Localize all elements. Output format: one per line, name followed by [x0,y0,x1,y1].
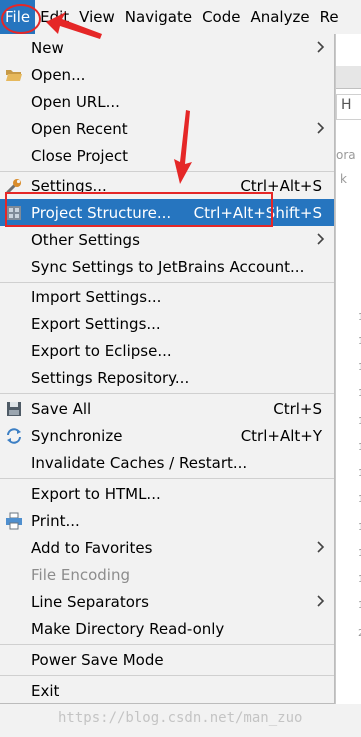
menu-item-label: Close Project [31,146,128,165]
menu-item-label: Save All [31,399,92,418]
menu-item-label: Synchronize [31,426,123,445]
menu-refactor[interactable]: Re [315,0,344,34]
menu-item-label: Power Save Mode [31,650,164,669]
menu-separator [0,644,334,645]
menu-item-label: Make Directory Read-only [31,619,225,638]
menu-item-export-settings[interactable]: Export Settings... [0,310,334,337]
menu-item-make-read-only[interactable]: Make Directory Read-only [0,615,334,642]
annotation-arrow-left-icon [46,12,102,39]
menu-item-label: Import Settings... [31,287,162,306]
menu-item-save-all[interactable]: Save All Ctrl+S [0,395,334,422]
menu-item-label: Exit [31,681,60,700]
menu-item-exit[interactable]: Exit [0,677,334,704]
menu-item-file-encoding: File Encoding [0,561,334,588]
sync-icon [7,428,21,444]
watermark-text: https://blog.csdn.net/man_zuo [58,710,303,726]
save-icon [7,402,21,416]
menu-item-label: Export to Eclipse... [31,341,172,360]
menu-item-settings-repository[interactable]: Settings Repository... [0,364,334,391]
menu-item-open-url[interactable]: Open URL... [0,88,334,115]
menu-item-add-favorites[interactable]: Add to Favorites [0,534,334,561]
menu-item-export-html[interactable]: Export to HTML... [0,480,334,507]
annotation-arrow-down-icon [174,110,192,184]
menu-item-label: Open Recent [31,119,128,138]
print-icon [6,512,22,530]
background-editor: H ora k 1 1 1 1 1 1 1 1 1 1 1 1 2 [335,34,361,737]
menu-item-shortcut: Ctrl+S [273,399,322,418]
chevron-right-icon [317,541,325,553]
annotation-oval [1,4,41,34]
menu-item-label: Other Settings [31,230,140,249]
menu-item-other-settings[interactable]: Other Settings [0,226,334,253]
menu-analyze[interactable]: Analyze [245,0,314,34]
menu-separator [0,675,334,676]
menu-item-synchronize[interactable]: Synchronize Ctrl+Alt+Y [0,422,334,449]
menu-navigate[interactable]: Navigate [120,0,197,34]
menu-item-line-separators[interactable]: Line Separators [0,588,334,615]
menu-item-shortcut: Ctrl+Alt+Y [240,426,322,445]
chevron-right-icon [317,122,325,134]
menu-item-label: Sync Settings to JetBrains Account... [31,257,305,276]
annotation-rectangle [5,192,273,227]
menu-separator [0,478,334,479]
menu-code[interactable]: Code [197,0,245,34]
menu-item-import-settings[interactable]: Import Settings... [0,283,334,310]
menu-item-sync-settings[interactable]: Sync Settings to JetBrains Account... [0,253,334,280]
menu-item-label: Line Separators [31,592,149,611]
menu-item-label: Open... [31,65,86,84]
menu-item-open[interactable]: Open... [0,61,334,88]
menu-item-label: Add to Favorites [31,538,153,557]
line-number-gutter: 1 1 1 1 1 1 1 1 1 1 1 1 2 [338,34,361,724]
folder-open-icon [6,70,22,81]
menu-item-invalidate-caches[interactable]: Invalidate Caches / Restart... [0,449,334,476]
menu-item-label: Invalidate Caches / Restart... [31,453,248,472]
menu-item-print[interactable]: Print... [0,507,334,534]
menu-item-label: File Encoding [31,565,130,584]
menu-item-label: Settings Repository... [31,368,190,387]
chevron-right-icon [317,233,325,245]
menu-item-label: Open URL... [31,92,120,111]
chevron-right-icon [317,595,325,607]
menu-item-open-recent[interactable]: Open Recent [0,115,334,142]
menu-item-export-eclipse[interactable]: Export to Eclipse... [0,337,334,364]
menu-item-label: Print... [31,511,80,530]
menu-item-power-save[interactable]: Power Save Mode [0,646,334,673]
menu-item-label: Export to HTML... [31,484,161,503]
menu-separator [0,393,334,394]
chevron-right-icon [317,41,325,53]
menu-item-close-project[interactable]: Close Project [0,142,334,169]
menu-item-label: Export Settings... [31,314,161,333]
